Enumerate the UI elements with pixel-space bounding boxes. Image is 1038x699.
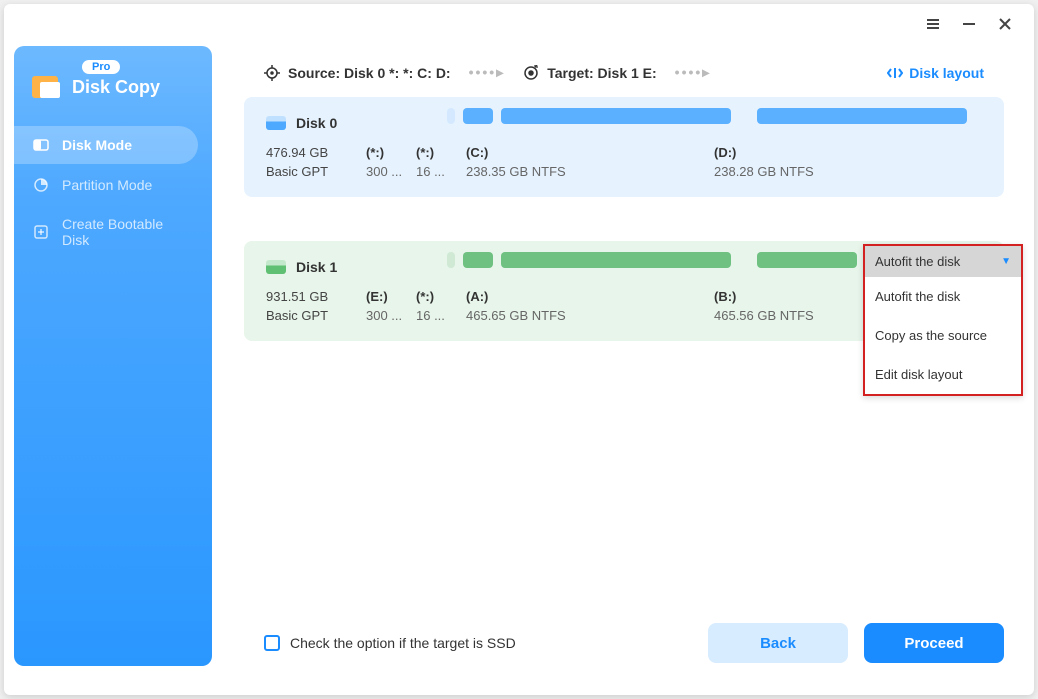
disk-layout-dropdown: Autofit the disk ▼ Autofit the disk Copy… [863, 244, 1023, 396]
sidebar-item-label: Disk Mode [62, 137, 132, 153]
app-logo: Pro Disk Copy [14, 74, 212, 124]
caret-down-icon: ▼ [1001, 256, 1011, 267]
partition-info: (E:) 300 ... [366, 289, 408, 323]
app-window: Pro Disk Copy Disk Mode Partition Mode C… [4, 4, 1034, 695]
partition-bar[interactable] [501, 108, 731, 124]
bootable-disk-icon [32, 223, 50, 241]
partition-bar[interactable] [757, 252, 857, 268]
footer: Check the option if the target is SSD Ba… [264, 623, 1004, 663]
disk-name: Disk 0 [296, 115, 337, 131]
crosshair-icon [264, 65, 280, 81]
source-label: Source: Disk 0 *: *: C: D: [288, 65, 451, 81]
disk-layout-label: Disk layout [909, 65, 984, 81]
source-disk-card: Disk 0 476.94 GB Basic GPT (*:) 300 ... [244, 97, 1004, 197]
dropdown-option-copy-as-source[interactable]: Copy as the source [865, 316, 1021, 355]
sidebar-item-label: Partition Mode [62, 177, 152, 193]
sidebar: Pro Disk Copy Disk Mode Partition Mode C… [14, 46, 212, 666]
partition-info: (A:) 465.65 GB NTFS [466, 289, 706, 323]
close-icon[interactable] [996, 15, 1014, 33]
sidebar-item-label: Create Bootable Disk [62, 216, 194, 248]
partition-bar[interactable] [501, 252, 731, 268]
disk-icon [266, 260, 286, 274]
disk-type: Basic GPT [266, 164, 366, 179]
disk-type: Basic GPT [266, 308, 366, 323]
disk-size: 476.94 GB [266, 145, 366, 160]
disk-layout-link[interactable]: Disk layout [887, 65, 984, 81]
partition-bar-row [447, 108, 967, 124]
proceed-button[interactable]: Proceed [864, 623, 1004, 663]
disk-size: 931.51 GB [266, 289, 366, 304]
disk-icon [266, 116, 286, 130]
back-button[interactable]: Back [708, 623, 848, 663]
titlebar [924, 4, 1034, 44]
dropdown-option-autofit[interactable]: Autofit the disk [865, 277, 1021, 316]
pro-badge: Pro [82, 60, 120, 74]
partition-bar[interactable] [757, 108, 967, 124]
disk-layout-icon [887, 67, 903, 79]
source-target-header: Source: Disk 0 *: *: C: D: ••••▸ Target:… [224, 44, 1024, 97]
checkbox-icon [264, 635, 280, 651]
partition-info: (*:) 16 ... [416, 145, 458, 179]
sidebar-item-disk-mode[interactable]: Disk Mode [14, 126, 198, 164]
app-title: Disk Copy [72, 77, 160, 98]
partition-info: (*:) 16 ... [416, 289, 458, 323]
dropdown-selected[interactable]: Autofit the disk ▼ [865, 246, 1021, 277]
partition-bar[interactable] [463, 108, 493, 124]
sidebar-item-partition-mode[interactable]: Partition Mode [14, 166, 212, 204]
logo-icon [32, 74, 62, 100]
ssd-checkbox[interactable]: Check the option if the target is SSD [264, 635, 516, 651]
target-segment: Target: Disk 1 E: [523, 65, 656, 81]
partition-mode-icon [32, 176, 50, 194]
sidebar-item-bootable-disk[interactable]: Create Bootable Disk [14, 206, 212, 258]
partition-info: (D:) 238.28 GB NTFS [714, 145, 924, 179]
partition-info: (*:) 300 ... [366, 145, 408, 179]
disk-mode-icon [32, 136, 50, 154]
menu-icon[interactable] [924, 15, 942, 33]
disk-summary: 476.94 GB Basic GPT [266, 145, 366, 179]
partition-bar[interactable] [447, 108, 455, 124]
partition-bar-row [447, 252, 857, 268]
partition-bar[interactable] [463, 252, 493, 268]
arrow-dots-icon: ••••▸ [667, 64, 720, 81]
minimize-icon[interactable] [960, 15, 978, 33]
arrow-dots-icon: ••••▸ [461, 64, 514, 81]
partition-info: (C:) 238.35 GB NTFS [466, 145, 706, 179]
target-label: Target: Disk 1 E: [547, 65, 656, 81]
disk-summary: 931.51 GB Basic GPT [266, 289, 366, 323]
ssd-label: Check the option if the target is SSD [290, 635, 516, 651]
target-icon [523, 65, 539, 81]
source-segment: Source: Disk 0 *: *: C: D: [264, 65, 451, 81]
dropdown-option-edit-layout[interactable]: Edit disk layout [865, 355, 1021, 394]
partition-bar[interactable] [447, 252, 455, 268]
disk-name: Disk 1 [296, 259, 337, 275]
